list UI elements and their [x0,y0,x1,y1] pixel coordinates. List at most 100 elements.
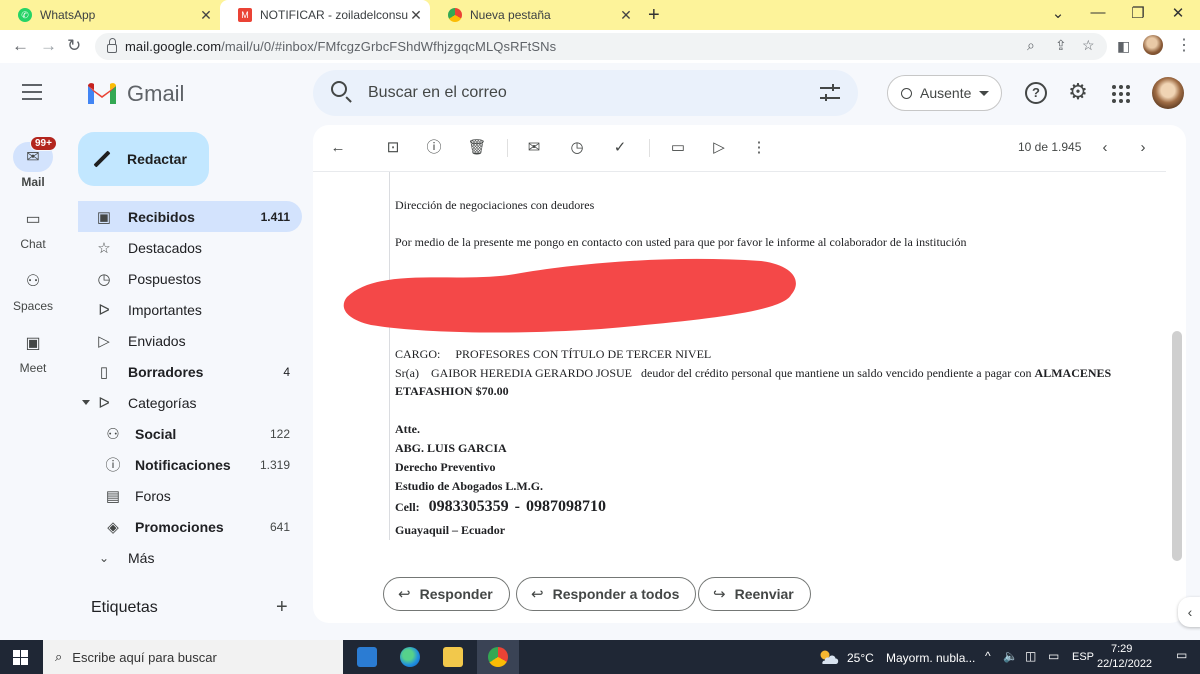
rail-item-mail[interactable]: ✉ 99+ Mail [0,136,66,189]
rail-item-meet[interactable]: ▣ Meet [0,328,66,375]
pencil-icon [93,150,111,168]
forum-icon: ▤ [105,487,121,505]
search-options-icon[interactable] [820,84,840,102]
maximize-button[interactable]: ❐ [1123,4,1153,22]
side-panel-toggle-icon[interactable]: ‹ [1178,597,1200,627]
nav-item-important[interactable]: ᐅ Importantes [78,294,302,325]
taskbar-search-placeholder: Escribe aquí para buscar [72,649,217,665]
apps-grid-icon[interactable] [1109,82,1131,104]
tab-whatsapp[interactable]: ✆ WhatsApp ✕ [0,0,220,30]
language-indicator[interactable]: ESP [1072,651,1094,663]
rail-item-chat[interactable]: ▭ Chat [0,204,66,251]
omnibox[interactable]: mail.google.com/mail/u/0/#inbox/FMfcgzGr… [95,33,1107,60]
nav-item-sent[interactable]: ▷ Enviados [78,325,302,356]
back-icon[interactable]: ← [12,36,29,56]
notifications-icon[interactable]: ▭ [1176,648,1187,662]
bookmark-star-icon[interactable]: ☆ [1082,37,1095,54]
reply-all-button[interactable]: ↩ Responder a todos [516,577,697,611]
file-explorer-icon[interactable] [443,647,463,667]
help-icon[interactable]: ? [1025,82,1047,104]
reload-icon[interactable]: ↻ [67,36,81,56]
nav-item-starred[interactable]: ☆ Destacados [78,232,302,263]
nav-item-drafts[interactable]: ▯ Borradores 4 [78,356,302,387]
tab-gmail[interactable]: M NOTIFICAR - zoiladelconsuelo@g ✕ [220,0,430,30]
move-to-icon[interactable]: ▭ [668,138,688,158]
scrollbar-thumb[interactable] [1172,331,1182,561]
battery-icon[interactable]: ▭ [1048,649,1059,663]
mail-app-icon[interactable] [357,647,377,667]
nav-item-social[interactable]: ⚇ Social 122 [78,418,302,449]
reply-all-label: Responder a todos [552,586,680,602]
search-input[interactable] [368,80,798,106]
message-line: Sr(a) GAIBOR HEREDIA GERARDO JOSUE deudo… [395,366,1112,380]
nav-count: 4 [283,364,290,379]
clock-time[interactable]: 7:29 [1111,643,1132,655]
more-options-icon[interactable]: ⋮ [749,138,769,158]
nav-item-inbox[interactable]: ▣ Recibidos 1.411 [78,201,302,232]
nav-count: 641 [269,519,290,534]
clock-date[interactable]: 22/12/2022 [1097,658,1152,670]
minimize-button[interactable]: — [1083,4,1113,21]
signature-atte: Atte. [395,422,420,436]
share-icon[interactable]: ⇪ [1055,37,1067,54]
report-spam-icon[interactable]: ⓘ [424,138,444,158]
browser-menu-icon[interactable]: ⋮ [1176,35,1192,55]
delete-icon[interactable]: 🗑 [467,138,487,158]
back-arrow-icon[interactable]: ← [328,138,348,158]
status-dropdown[interactable]: Ausente [887,75,1002,111]
edge-browser-icon[interactable] [400,647,420,667]
reply-icon: ↩ [398,586,411,603]
mark-unread-icon[interactable]: ✉ [524,138,544,158]
search-icon[interactable] [331,81,347,97]
settings-gear-icon[interactable]: ⚙ [1067,81,1089,104]
profile-avatar-mini[interactable] [1143,35,1163,55]
send-icon: ▷ [98,332,110,350]
label-as-icon[interactable]: ▷ [709,138,729,158]
nav-label: Borradores [128,363,204,380]
tab-new[interactable]: Nueva pestaña ✕ [430,0,640,30]
tab-search-icon[interactable]: ⌄ [1043,4,1073,22]
side-panel-icon[interactable]: ◧ [1117,38,1130,55]
forward-icon[interactable]: → [40,36,57,56]
label-icon: ᐅ [98,394,110,412]
add-label-icon[interactable]: + [276,596,288,619]
search-icon: ⌕ [55,649,63,664]
compose-button[interactable]: Redactar [78,132,209,186]
people-icon: ⚇ [106,425,120,443]
tab-close-icon[interactable]: ✕ [618,7,634,24]
add-task-icon[interactable]: ✓ [610,138,630,158]
nav-count: 1.411 [260,209,290,224]
account-avatar[interactable] [1152,77,1184,109]
rail-item-spaces[interactable]: ⚇ Spaces [0,266,66,313]
caret-down-icon [979,90,990,96]
archive-icon[interactable]: ⊡ [383,138,403,158]
zoom-icon[interactable]: ⌕ [1027,37,1035,54]
nav-item-forums[interactable]: ▤ Foros [78,480,302,511]
windows-start-icon[interactable] [13,650,28,665]
nav-item-categories[interactable]: ᐅ Categorías [78,387,302,418]
forward-button[interactable]: ↪ Reenviar [698,577,811,611]
close-window-button[interactable]: ✕ [1163,4,1193,22]
tray-chevron-up-icon[interactable]: ^ [985,649,991,663]
meet-icon: ▣ [25,335,41,352]
nav-item-updates[interactable]: ⓘ Notificaciones 1.319 [78,449,302,480]
speaker-icon[interactable]: 🔈 [1003,649,1018,663]
new-tab-button[interactable]: + [648,4,660,27]
reply-all-icon: ↩ [531,586,544,603]
chrome-taskbar-icon[interactable] [488,647,508,667]
older-chevron-icon[interactable]: › [1133,138,1153,158]
main-menu-icon[interactable] [22,84,42,100]
nav-item-more[interactable]: ⌄ Más [78,542,302,573]
tab-close-icon[interactable]: ✕ [408,7,424,24]
snooze-icon[interactable]: ◷ [567,138,587,158]
caret-down-icon[interactable] [82,400,90,405]
tab-close-icon[interactable]: ✕ [198,7,214,24]
reply-button[interactable]: ↩ Responder [383,577,510,611]
network-icon[interactable]: ◫ [1025,649,1036,663]
newer-chevron-icon[interactable]: ‹ [1095,138,1115,158]
taskbar-search[interactable]: ⌕ Escribe aquí para buscar [43,640,343,674]
nav-item-promotions[interactable]: ◈ Promociones 641 [78,511,302,542]
rail-label: Chat [20,237,46,251]
nav-item-snoozed[interactable]: ◷ Pospuestos [78,263,302,294]
quote-line [389,172,390,540]
